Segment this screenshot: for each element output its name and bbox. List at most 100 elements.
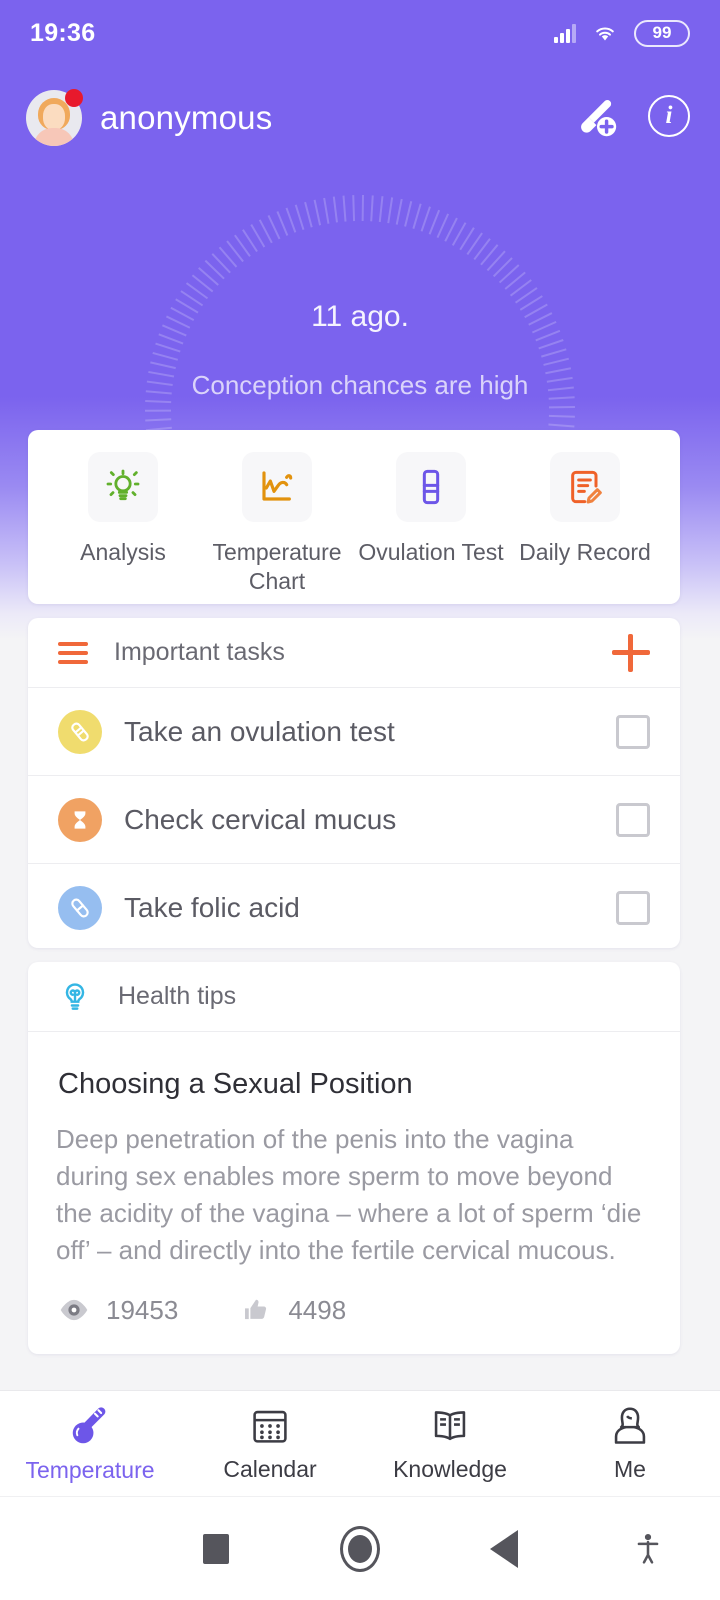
wifi-icon [596,27,614,41]
tip-title: Choosing a Sexual Position [58,1068,413,1100]
tips-header-label: Health tips [118,982,237,1010]
bottom-navigation: Temperature Calendar Knowledge Me [0,1390,720,1496]
task-label: Check cervical mucus [124,803,397,835]
dial-tick [361,195,365,222]
tips-header: Health tips [28,962,680,1032]
task-row[interactable]: Take an ovulation test [28,688,680,776]
quick-action-label: Analysis [80,539,166,565]
nav-label: Calendar [223,1456,317,1482]
info-glyph: i [665,102,673,129]
dial-tick [294,204,305,230]
task-label: Take folic acid [124,892,300,923]
dial-tick [352,195,356,222]
app-root: 19:36 99 anonymous i 11 ago. Conception … [0,0,720,1600]
task-checkbox[interactable] [616,802,650,837]
thumbs-up-icon [245,1299,267,1320]
book-icon [434,1411,466,1441]
home-circle-icon[interactable] [288,1525,432,1572]
likes-count: 4498 [288,1294,347,1325]
dial-tick [276,211,289,236]
nav-label: Knowledge [393,1456,507,1482]
task-row[interactable]: Take folic acid [28,864,680,952]
quick-action-analysis[interactable]: Analysis [46,452,200,604]
status-clock: 19:36 [30,18,96,47]
dial-tick [144,409,172,412]
task-row[interactable]: Check cervical mucus [28,776,680,864]
dial-tick [304,201,313,228]
dial-tick [313,199,322,226]
nav-label: Temperature [25,1457,155,1483]
quick-action-ovulation-test[interactable]: Ovulation Test [354,452,508,604]
system-navigation-bar [0,1496,720,1600]
nav-item-knowledge[interactable]: Knowledge [360,1391,540,1496]
thermometer-icon [72,1407,106,1444]
tasks-header: Important tasks [28,618,680,688]
dial-tick [145,418,172,422]
quick-action-daily-record[interactable]: Daily Record [508,452,662,604]
username-label: anonymous [100,99,273,136]
nav-item-calendar[interactable]: Calendar [180,1391,360,1496]
cycle-day-label: 11 ago. [311,300,409,333]
eye-icon [60,1299,88,1321]
tip-stats: 19453 4498 [28,1269,680,1326]
views-count: 19453 [106,1294,179,1325]
task-checkbox[interactable] [616,891,650,925]
test-strip-icon [58,709,102,754]
info-icon[interactable]: i [648,95,694,141]
dial-tick [378,196,384,223]
nav-item-me[interactable]: Me [540,1391,720,1496]
back-triangle-icon[interactable] [432,1529,576,1568]
quick-action-label: Temperature Chart [212,539,342,594]
hourglass-icon [58,797,102,842]
health-tips-card[interactable]: Health tips Choosing a Sexual Position D… [28,962,680,1354]
quick-actions-card: Analysis Temperature Chart Ovulation Tes… [28,430,680,604]
dial-tick [395,198,403,225]
app-bar: anonymous i [0,78,720,158]
lightbulb-icon [88,452,158,522]
quick-action-label: Ovulation Test [358,539,504,565]
thermometer-add-icon[interactable] [574,95,620,141]
recents-square-icon[interactable] [144,1533,288,1564]
dial-tick [548,405,575,409]
tasks-header-label: Important tasks [114,638,285,666]
tip-body: Deep penetration of the penis into the v… [56,1124,642,1265]
important-tasks-card: Important tasks Take an ovulation test C… [28,618,680,948]
dial-tick [548,414,575,418]
dial-tick [370,195,374,222]
quick-actions-row: Analysis Temperature Chart Ovulation Tes… [28,430,680,604]
dial-tick [332,196,338,223]
dial-tick [548,423,575,428]
avatar[interactable] [26,89,83,146]
cellular-signal-icon [554,23,576,43]
status-bar: 19:36 99 [0,0,720,66]
notification-dot [65,89,83,107]
app-bar-actions: i [574,95,694,141]
task-checkbox[interactable] [616,714,650,749]
person-icon [614,1407,646,1444]
note-edit-icon [550,452,620,522]
status-indicators: 99 [554,19,690,47]
accessibility-icon[interactable] [576,1529,720,1569]
battery-icon: 99 [634,19,690,47]
dial-tick [404,200,413,227]
nav-label: Me [614,1456,646,1482]
quick-action-temperature-chart[interactable]: Temperature Chart [200,452,354,604]
dial-tick [342,195,347,222]
test-strip-icon [396,452,466,522]
dial-tick [412,203,422,229]
dial-tick [285,207,297,233]
quick-action-label: Daily Record [519,539,651,565]
add-task-button[interactable] [612,633,650,672]
nav-item-temperature[interactable]: Temperature [0,1391,180,1496]
line-chart-icon [242,452,312,522]
pill-icon [58,886,102,930]
dial-tick [323,197,330,224]
lightbulb-outline-icon [65,982,85,1010]
list-icon [58,641,88,664]
battery-level: 99 [652,23,672,42]
calendar-icon [253,1410,287,1443]
dial-tick [387,197,394,224]
dial-tick [420,206,431,232]
task-label: Take an ovulation test [124,715,395,747]
conception-status-label: Conception chances are high [191,370,529,400]
